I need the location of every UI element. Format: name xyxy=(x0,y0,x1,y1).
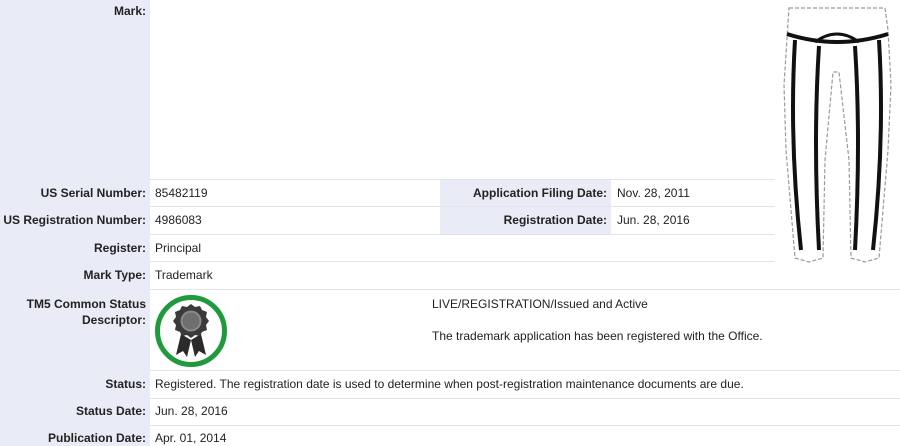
tm5-status-code: LIVE/REGISTRATION/Issued and Active xyxy=(432,297,648,311)
divider xyxy=(150,289,900,290)
status-date-value: Jun. 28, 2016 xyxy=(155,404,228,418)
publication-date-label: Publication Date: xyxy=(47,431,146,445)
divider xyxy=(150,234,775,235)
registration-number-label: US Registration Number: xyxy=(3,213,146,227)
tm5-label-line2: Descriptor: xyxy=(81,313,146,327)
registration-date-label: Registration Date: xyxy=(503,213,607,227)
divider xyxy=(150,261,775,262)
mark-label: Mark: xyxy=(113,4,146,18)
mark-type-label: Mark Type: xyxy=(83,268,146,282)
status-value: Registered. The registration date is use… xyxy=(155,377,744,391)
filing-date-value: Nov. 28, 2011 xyxy=(617,186,690,200)
tm5-status-label: TM5 Common Status Descriptor: xyxy=(0,296,146,328)
divider xyxy=(150,425,900,426)
serial-number-value: 85482119 xyxy=(155,186,208,200)
leggings-drawing-icon xyxy=(783,7,892,263)
tm5-status-description: The trademark application has been regis… xyxy=(432,329,763,343)
registration-number-value: 4986083 xyxy=(155,213,202,227)
register-label: Register: xyxy=(93,241,146,255)
status-label: Status: xyxy=(105,377,146,391)
filing-date-label: Application Filing Date: xyxy=(473,186,607,200)
divider xyxy=(150,206,775,207)
tm5-label-line1: TM5 Common Status xyxy=(26,297,146,311)
status-date-label: Status Date: xyxy=(75,404,146,418)
mark-type-value: Trademark xyxy=(155,268,213,282)
serial-number-label: US Serial Number: xyxy=(40,186,146,200)
registration-date-value: Jun. 28, 2016 xyxy=(617,213,690,227)
divider xyxy=(150,398,900,399)
publication-date-value: Apr. 01, 2014 xyxy=(155,431,227,445)
divider xyxy=(150,370,900,371)
registered-ribbon-badge-icon xyxy=(155,295,227,367)
register-value: Principal xyxy=(155,241,202,255)
